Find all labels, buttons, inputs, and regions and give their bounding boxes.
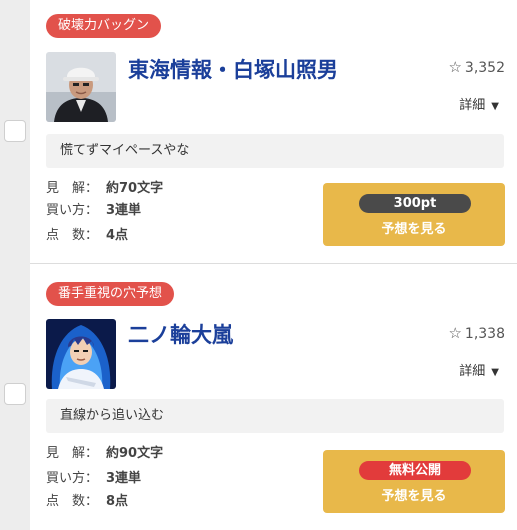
detail-toggle[interactable]: 詳細 ▼ [459,94,499,113]
spec-row-points: 点 数： 8点 [46,492,128,512]
detail-label: 詳細 [459,364,486,379]
favorite-count-value: 1,338 [464,326,505,342]
star-icon: ☆ [448,324,462,342]
select-checkbox[interactable] [4,383,26,405]
spec-row-view: 見 解： 約90文字 [46,444,163,464]
price-badge: 300pt [359,194,471,213]
prediction-list: 破壊力バッグン 東海情報・白塚山照男 ☆ 3,352 詳細 ▼ 慌てずマイペースやな [0,0,517,530]
view-prediction-label: 予想を見る [381,489,447,504]
select-checkbox[interactable] [4,120,26,142]
spec-value: 約70文字 [106,181,164,196]
view-prediction-button[interactable]: 無料公開 予想を見る [323,450,505,513]
spec-value: 3連単 [106,471,142,486]
category-badge: 破壊力バッグン [46,14,162,38]
spec-label: 点 数： [46,228,99,243]
star-icon: ☆ [448,58,462,76]
free-badge: 無料公開 [359,461,471,480]
man-with-cap-portrait-icon [46,52,116,122]
favorite-count[interactable]: ☆ 1,338 [448,324,505,342]
spec-row-bet-type: 買い方： 3連単 [46,201,141,221]
detail-label: 詳細 [459,98,486,113]
spec-label: 買い方： [46,471,99,486]
prediction-comment: 慌てずマイペースやな [46,134,504,168]
spec-label: 点 数： [46,494,99,509]
spec-row-points: 点 数： 4点 [46,226,128,246]
caret-down-icon: ▼ [491,101,499,112]
favorite-count-value: 3,352 [464,60,505,76]
spec-row-view: 見 解： 約70文字 [46,179,163,199]
prediction-comment: 直線から追い込む [46,399,504,433]
predictor-name[interactable]: 東海情報・白塚山照男 [128,54,338,84]
prediction-card: 番手重視の穴予想 二ノ輪大嵐 ☆ 1,338 詳細 ▼ 直線から追い込む 見 解… [30,264,517,530]
category-badge: 番手重視の穴予想 [46,282,175,306]
predictor-name[interactable]: 二ノ輪大嵐 [128,319,233,349]
favorite-count[interactable]: ☆ 3,352 [448,58,505,76]
spec-label: 見 解： [46,446,99,461]
prediction-card: 破壊力バッグン 東海情報・白塚山照男 ☆ 3,352 詳細 ▼ 慌てずマイペースやな [30,0,517,262]
spec-value: 4点 [106,228,129,243]
spec-value: 約90文字 [106,446,164,461]
spec-row-bet-type: 買い方： 3連単 [46,469,141,489]
caret-down-icon: ▼ [491,367,499,378]
spec-label: 見 解： [46,181,99,196]
spec-value: 3連単 [106,203,142,218]
spec-label: 買い方： [46,203,99,218]
detail-toggle[interactable]: 詳細 ▼ [459,360,499,379]
selection-gutter [0,0,30,530]
view-prediction-button[interactable]: 300pt 予想を見る [323,183,505,246]
anime-character-blue-flame-icon [46,319,116,389]
spec-value: 8点 [106,494,129,509]
view-prediction-label: 予想を見る [381,222,447,237]
avatar[interactable] [46,52,116,122]
avatar[interactable] [46,319,116,389]
